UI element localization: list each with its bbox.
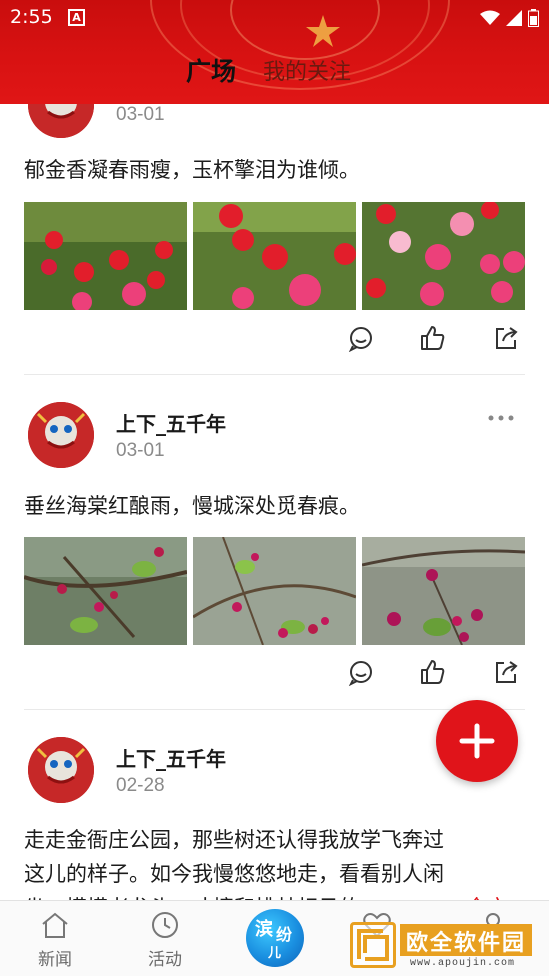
battery-icon: [528, 9, 539, 27]
watermark-logo-icon: [350, 922, 396, 968]
nav-center-logo[interactable]: 滨 纷 儿: [246, 909, 304, 967]
post-image[interactable]: [193, 202, 356, 310]
post-actions: [0, 324, 549, 354]
post-text-line[interactable]: 坐，摸摸老龙头，才撞和桃林相见的: [24, 890, 524, 900]
comment-icon[interactable]: [347, 324, 375, 352]
avatar[interactable]: [28, 104, 94, 138]
signal-icon: [506, 10, 522, 26]
tab-square[interactable]: 广场: [186, 52, 236, 88]
nav-item-activity[interactable]: 活动: [130, 911, 200, 970]
more-options-icon[interactable]: [486, 408, 516, 428]
post-text-line[interactable]: 走走金衙庄公园，那些树还认得我放学飞奔过: [24, 822, 524, 858]
watermark: 欧全软件园 www.apoujin.com: [350, 920, 545, 972]
post-text[interactable]: 郁金香凝春雨瘦，玉杯擎泪为谁倾。: [24, 152, 524, 188]
post-actions: [0, 658, 549, 688]
share-icon[interactable]: [492, 324, 520, 352]
post-image[interactable]: [24, 202, 187, 310]
like-icon[interactable]: [419, 324, 447, 352]
nav-label: 新闻: [38, 950, 72, 970]
post-image[interactable]: [193, 537, 356, 645]
nav-label: 活动: [148, 950, 182, 970]
clock-icon: [152, 912, 178, 938]
post-text-line[interactable]: 这儿的样子。如今我慢悠悠地走，看看别人闲: [24, 856, 524, 892]
post-text[interactable]: 垂丝海棠红酿雨，慢城深处觅春痕。: [24, 488, 524, 524]
status-app-icon: A: [68, 9, 85, 26]
watermark-url: www.apoujin.com: [410, 958, 516, 969]
plus-icon: [459, 723, 495, 759]
divider: [24, 374, 525, 375]
image-grid: [24, 537, 525, 645]
tab-my-follows[interactable]: 我的关注: [263, 54, 351, 86]
status-indicators: [480, 8, 539, 28]
app-header: 2:55 A 广场 我的关注: [0, 0, 549, 104]
status-time: 2:55: [10, 6, 53, 28]
wifi-icon: [480, 10, 500, 25]
post-date: 03-01: [116, 104, 165, 125]
username[interactable]: 上下_五千年: [116, 743, 226, 772]
post-date: 02-28: [116, 775, 165, 796]
post-image[interactable]: [24, 537, 187, 645]
watermark-text: 欧全软件园: [400, 924, 533, 956]
username[interactable]: 上下_五千年: [116, 408, 226, 437]
nav-item-news[interactable]: 新闻: [20, 911, 90, 970]
header-tabs: 广场 我的关注: [0, 50, 549, 90]
comment-icon[interactable]: [347, 658, 375, 686]
full-text-link[interactable]: 全文: [466, 890, 508, 900]
like-icon[interactable]: [419, 658, 447, 686]
share-icon[interactable]: [492, 658, 520, 686]
avatar[interactable]: [28, 402, 94, 468]
home-icon: [42, 912, 68, 938]
status-bar: 2:55 A: [0, 0, 549, 36]
post-date: 03-01: [116, 440, 165, 461]
post-image[interactable]: [362, 537, 525, 645]
create-post-button[interactable]: [436, 700, 518, 782]
post-image[interactable]: [362, 202, 525, 310]
image-grid: [24, 202, 525, 310]
avatar[interactable]: [28, 737, 94, 803]
